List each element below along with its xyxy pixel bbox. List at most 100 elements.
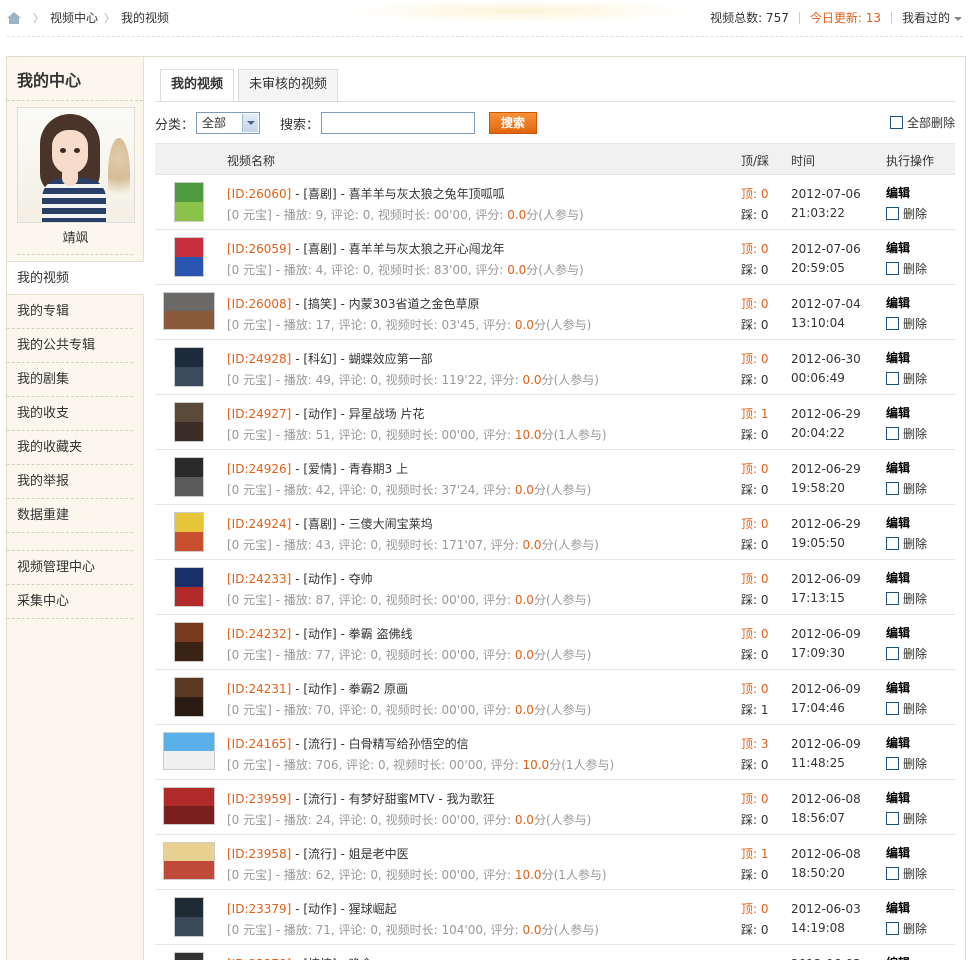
video-thumbnail[interactable] (174, 402, 204, 442)
delete-control[interactable]: 删除 (886, 535, 927, 552)
sidebar-item-public-albums[interactable]: 我的公共专辑 (7, 329, 133, 363)
video-id[interactable]: [ID:24924] (227, 517, 291, 531)
video-title[interactable]: - [喜剧] - 喜羊羊与灰太狼之开心闯龙年 (295, 242, 504, 256)
home-icon[interactable] (7, 11, 21, 24)
video-title[interactable]: - [动作] - 猩球崛起 (295, 902, 396, 916)
delete-checkbox[interactable] (886, 812, 899, 825)
delete-all-checkbox[interactable] (889, 116, 903, 129)
delete-control[interactable]: 删除 (886, 425, 927, 442)
delete-control[interactable]: 删除 (886, 260, 927, 277)
video-thumbnail[interactable] (174, 347, 204, 387)
search-button[interactable]: 搜索 (489, 112, 538, 134)
delete-control[interactable]: 删除 (886, 700, 927, 717)
delete-checkbox[interactable] (886, 372, 899, 385)
delete-checkbox[interactable] (886, 317, 899, 330)
video-title[interactable]: - [流行] - 姐是老中医 (295, 847, 408, 861)
video-id[interactable]: [ID:23379] (227, 902, 291, 916)
delete-checkbox[interactable] (886, 207, 899, 220)
delete-control[interactable]: 删除 (886, 370, 927, 387)
edit-link[interactable]: 编辑 (886, 789, 910, 806)
video-thumbnail[interactable] (174, 457, 204, 497)
video-thumbnail[interactable] (174, 952, 204, 960)
video-title[interactable]: - [搞笑] - 内蒙303省道之金色草原 (295, 297, 479, 311)
avatar[interactable] (17, 107, 135, 223)
delete-checkbox[interactable] (886, 427, 899, 440)
edit-link[interactable]: 编辑 (886, 679, 910, 696)
delete-checkbox[interactable] (886, 537, 899, 550)
video-id[interactable]: [ID:26059] (227, 242, 291, 256)
video-id[interactable]: [ID:24165] (227, 737, 291, 751)
edit-link[interactable]: 编辑 (886, 184, 910, 201)
sidebar-item-favorites[interactable]: 我的收藏夹 (7, 431, 133, 465)
sidebar-item-collect-center[interactable]: 采集中心 (7, 585, 133, 619)
category-select[interactable]: 全部 (196, 112, 261, 134)
search-input[interactable] (321, 112, 476, 134)
edit-link[interactable]: 编辑 (886, 899, 910, 916)
video-title-line[interactable]: [ID:23378] - [惊悚] - 晚命 (227, 955, 373, 960)
tab-unreviewed-videos[interactable]: 未审核的视频 (238, 69, 339, 101)
edit-link[interactable]: 编辑 (886, 844, 910, 861)
video-id[interactable]: [ID:23958] (227, 847, 291, 861)
video-id[interactable]: [ID:24232] (227, 627, 291, 641)
video-title[interactable]: - [动作] - 拳霸 盗佛线 (295, 627, 412, 641)
sidebar-item-rebuild-data[interactable]: 数据重建 (7, 499, 133, 533)
delete-all-control[interactable]: 全部删除 (889, 114, 955, 131)
video-title[interactable]: - [流行] - 白骨精写给孙悟空的信 (295, 737, 468, 751)
video-thumbnail[interactable] (174, 622, 204, 662)
video-title-line[interactable]: [ID:24165] - [流行] - 白骨精写给孙悟空的信 (227, 735, 469, 752)
delete-control[interactable]: 删除 (886, 205, 927, 222)
video-id[interactable]: [ID:24928] (227, 352, 291, 366)
video-id[interactable]: [ID:24233] (227, 572, 291, 586)
delete-checkbox[interactable] (886, 702, 899, 715)
video-thumbnail[interactable] (163, 787, 215, 825)
video-title[interactable]: - [动作] - 拳霸2 原画 (295, 682, 408, 696)
video-id[interactable]: [ID:26060] (227, 187, 291, 201)
edit-link[interactable]: 编辑 (886, 624, 910, 641)
edit-link[interactable]: 编辑 (886, 404, 910, 421)
video-title-line[interactable]: [ID:26059] - [喜剧] - 喜羊羊与灰太狼之开心闯龙年 (227, 240, 505, 257)
video-id[interactable]: [ID:24231] (227, 682, 291, 696)
video-title[interactable]: - [流行] - 有梦好甜蜜MTV - 我为歌狂 (295, 792, 494, 806)
delete-checkbox[interactable] (886, 482, 899, 495)
edit-link[interactable]: 编辑 (886, 239, 910, 256)
delete-control[interactable]: 删除 (886, 480, 927, 497)
edit-link[interactable]: 编辑 (886, 459, 910, 476)
sidebar-item-finance[interactable]: 我的收支 (7, 397, 133, 431)
video-title-line[interactable]: [ID:23379] - [动作] - 猩球崛起 (227, 900, 397, 917)
video-title-line[interactable]: [ID:24927] - [动作] - 异星战场 片花 (227, 405, 424, 422)
video-thumbnail[interactable] (174, 567, 204, 607)
video-title[interactable]: - [喜剧] - 喜羊羊与灰太狼之兔年顶呱呱 (295, 187, 504, 201)
video-id[interactable]: [ID:26008] (227, 297, 291, 311)
video-title-line[interactable]: [ID:24231] - [动作] - 拳霸2 原画 (227, 680, 408, 697)
delete-control[interactable]: 删除 (886, 590, 927, 607)
delete-control[interactable]: 删除 (886, 810, 927, 827)
sidebar-item-my-albums[interactable]: 我的专辑 (7, 295, 133, 329)
video-title[interactable]: - [动作] - 夺帅 (295, 572, 372, 586)
sidebar-item-my-videos[interactable]: 我的视频 (7, 261, 144, 295)
video-title-line[interactable]: [ID:24924] - [喜剧] - 三傻大闹宝莱坞 (227, 515, 433, 532)
delete-checkbox[interactable] (886, 867, 899, 880)
edit-link[interactable]: 编辑 (886, 734, 910, 751)
video-title-line[interactable]: [ID:24233] - [动作] - 夺帅 (227, 570, 373, 587)
edit-link[interactable]: 编辑 (886, 569, 910, 586)
video-title-line[interactable]: [ID:26008] - [搞笑] - 内蒙303省道之金色草原 (227, 295, 480, 312)
delete-control[interactable]: 删除 (886, 865, 927, 882)
sidebar-item-video-admin[interactable]: 视频管理中心 (7, 551, 133, 585)
delete-checkbox[interactable] (886, 922, 899, 935)
video-title-line[interactable]: [ID:23959] - [流行] - 有梦好甜蜜MTV - 我为歌狂 (227, 790, 495, 807)
video-id[interactable]: [ID:24926] (227, 462, 291, 476)
video-title-line[interactable]: [ID:24926] - [爱情] - 青春期3 上 (227, 460, 408, 477)
video-thumbnail[interactable] (163, 842, 215, 880)
edit-link[interactable]: 编辑 (886, 514, 910, 531)
video-id[interactable]: [ID:23959] (227, 792, 291, 806)
delete-control[interactable]: 删除 (886, 755, 927, 772)
watched-history-menu[interactable]: 我看过的 (902, 9, 962, 26)
sidebar-item-series[interactable]: 我的剧集 (7, 363, 133, 397)
video-title[interactable]: - [爱情] - 青春期3 上 (295, 462, 408, 476)
sidebar-item-reports[interactable]: 我的举报 (7, 465, 133, 499)
video-title[interactable]: - [科幻] - 蝴蝶效应第一部 (295, 352, 432, 366)
edit-link[interactable]: 编辑 (886, 294, 910, 311)
video-thumbnail[interactable] (174, 677, 204, 717)
delete-checkbox[interactable] (886, 647, 899, 660)
video-thumbnail[interactable] (174, 237, 204, 277)
